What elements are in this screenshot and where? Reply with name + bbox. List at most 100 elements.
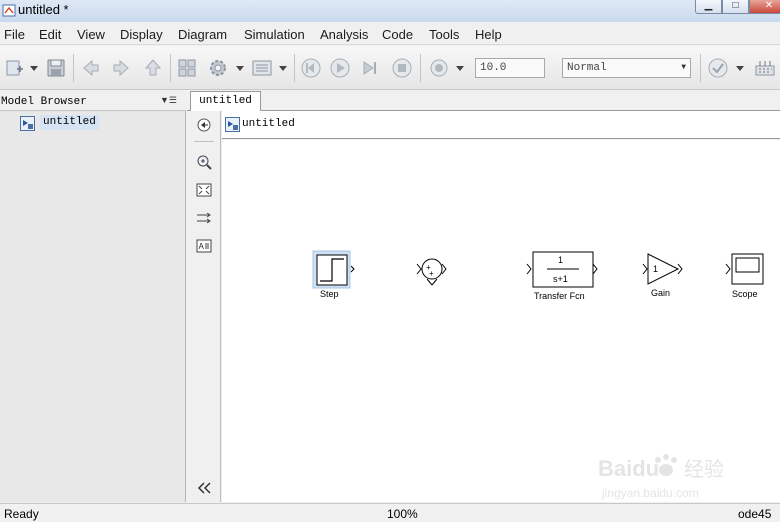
hide-browser-button[interactable] [196, 117, 212, 133]
text-annotation-icon: A [196, 239, 212, 253]
step-back-icon [301, 58, 321, 78]
simulation-mode-value: Normal [567, 62, 607, 74]
collapse-palette-button[interactable] [196, 480, 212, 496]
model-icon [20, 116, 35, 131]
toolbar: 10.0 Normal ▼ [0, 46, 780, 90]
minimize-button[interactable]: ▁ [695, 0, 722, 14]
scope-block[interactable] [725, 253, 764, 285]
chevron-down-icon[interactable] [279, 64, 287, 72]
breadcrumb-untitled[interactable]: untitled [242, 118, 295, 130]
collapse-circle-icon [197, 118, 211, 132]
step-block[interactable] [312, 250, 355, 289]
chevron-down-icon[interactable] [236, 64, 244, 72]
tf-denominator: s+1 [553, 274, 568, 284]
play-icon [330, 58, 350, 78]
step-block-label: Step [320, 289, 339, 299]
list-icon [252, 60, 272, 76]
zoom-button[interactable] [196, 154, 212, 170]
block-diagram: + + [312, 250, 764, 289]
close-button[interactable]: ✕ [749, 0, 780, 14]
stop-button[interactable] [391, 57, 413, 79]
sum-block[interactable]: + + [416, 258, 447, 286]
menu-simulation[interactable]: Simulation [244, 27, 305, 42]
stop-icon [392, 58, 412, 78]
model-canvas[interactable]: + + Step 1 s+1 Transfer Fcn 1 Gain Scope [222, 140, 780, 502]
zoom-in-icon [197, 155, 212, 170]
save-icon [47, 59, 65, 77]
menu-diagram[interactable]: Diagram [178, 27, 227, 42]
toolbar-separator [73, 54, 74, 82]
svg-text:Baidu: Baidu [598, 456, 659, 481]
model-settings-button[interactable] [207, 57, 229, 79]
palette-separator [194, 141, 214, 142]
model-browser-header: Model Browser ▼☰ [0, 91, 186, 111]
new-model-button[interactable] [4, 57, 26, 79]
step-forward-button[interactable] [359, 57, 381, 79]
chevron-down-icon[interactable] [736, 64, 744, 72]
zoom-level: 100% [387, 507, 418, 521]
back-button[interactable] [80, 57, 102, 79]
build-grid-icon [755, 61, 775, 76]
status-bar: Ready 100% ode45 [0, 503, 780, 522]
build-button[interactable] [754, 57, 776, 79]
window-title: untitled * [18, 2, 69, 17]
route-lines-button[interactable] [196, 210, 212, 226]
model-explorer-button[interactable] [251, 57, 273, 79]
model-advisor-button[interactable] [707, 57, 729, 79]
tool-palette: A [187, 111, 221, 502]
baidu-watermark: Baidu 经验 jingyan.baidu.com [596, 450, 746, 502]
annotation-button[interactable]: A [196, 238, 212, 254]
library-grid-icon [178, 59, 196, 77]
scope-block-label: Scope [732, 289, 758, 299]
tf-numerator: 1 [558, 255, 564, 265]
fit-to-view-button[interactable] [196, 182, 212, 198]
run-button[interactable] [329, 57, 351, 79]
menu-analysis[interactable]: Analysis [320, 27, 368, 42]
title-bar: untitled * ▁ □ ✕ [0, 0, 780, 22]
model-icon [225, 117, 240, 132]
svg-text:A: A [199, 242, 205, 251]
baidu-paw-logo: Baidu 经验 jingyan.baidu.com [598, 454, 724, 500]
model-browser-title: Model Browser [1, 96, 87, 108]
model-tree: untitled [0, 112, 185, 502]
stop-time-input[interactable]: 10.0 [475, 58, 545, 78]
gear-icon [210, 60, 226, 76]
solver-name[interactable]: ode45 [738, 507, 771, 521]
record-button[interactable] [428, 57, 450, 79]
new-model-icon [6, 60, 23, 76]
step-back-button[interactable] [300, 57, 322, 79]
up-button[interactable] [142, 57, 164, 79]
fit-view-icon [196, 183, 212, 197]
menu-view[interactable]: View [77, 27, 105, 42]
chevron-down-icon[interactable] [30, 64, 38, 72]
simulation-mode-select[interactable]: Normal ▼ [562, 58, 691, 78]
simulink-app-icon [2, 4, 16, 17]
tab-bar: untitled [187, 91, 780, 111]
double-chevron-left-icon [197, 482, 211, 494]
explorer-bar: untitled [222, 111, 780, 139]
menu-code[interactable]: Code [382, 27, 413, 42]
svg-text:+: + [429, 269, 434, 278]
gain-block[interactable] [642, 253, 683, 285]
tab-untitled[interactable]: untitled [190, 91, 261, 111]
toolbar-separator [294, 54, 295, 82]
library-browser-button[interactable] [176, 57, 198, 79]
forward-button[interactable] [110, 57, 132, 79]
save-button[interactable] [45, 57, 67, 79]
panel-menu-icon[interactable]: ▼☰ [160, 95, 177, 106]
maximize-button[interactable]: □ [722, 0, 749, 14]
menu-file[interactable]: File [4, 27, 25, 42]
toolbar-separator [700, 54, 701, 82]
arrow-right-icon [113, 59, 129, 77]
svg-text:jingyan.baidu.com: jingyan.baidu.com [601, 486, 699, 500]
menu-display[interactable]: Display [120, 27, 163, 42]
menu-edit[interactable]: Edit [39, 27, 61, 42]
transfer-fcn-block-label: Transfer Fcn [534, 291, 585, 301]
menu-tools[interactable]: Tools [429, 27, 459, 42]
step-forward-icon [363, 61, 376, 75]
chevron-down-icon[interactable] [456, 64, 464, 72]
model-browser-panel: Model Browser ▼☰ untitled [0, 91, 186, 502]
arrows-right-icon [197, 212, 211, 224]
record-icon [430, 59, 448, 77]
menu-help[interactable]: Help [475, 27, 502, 42]
